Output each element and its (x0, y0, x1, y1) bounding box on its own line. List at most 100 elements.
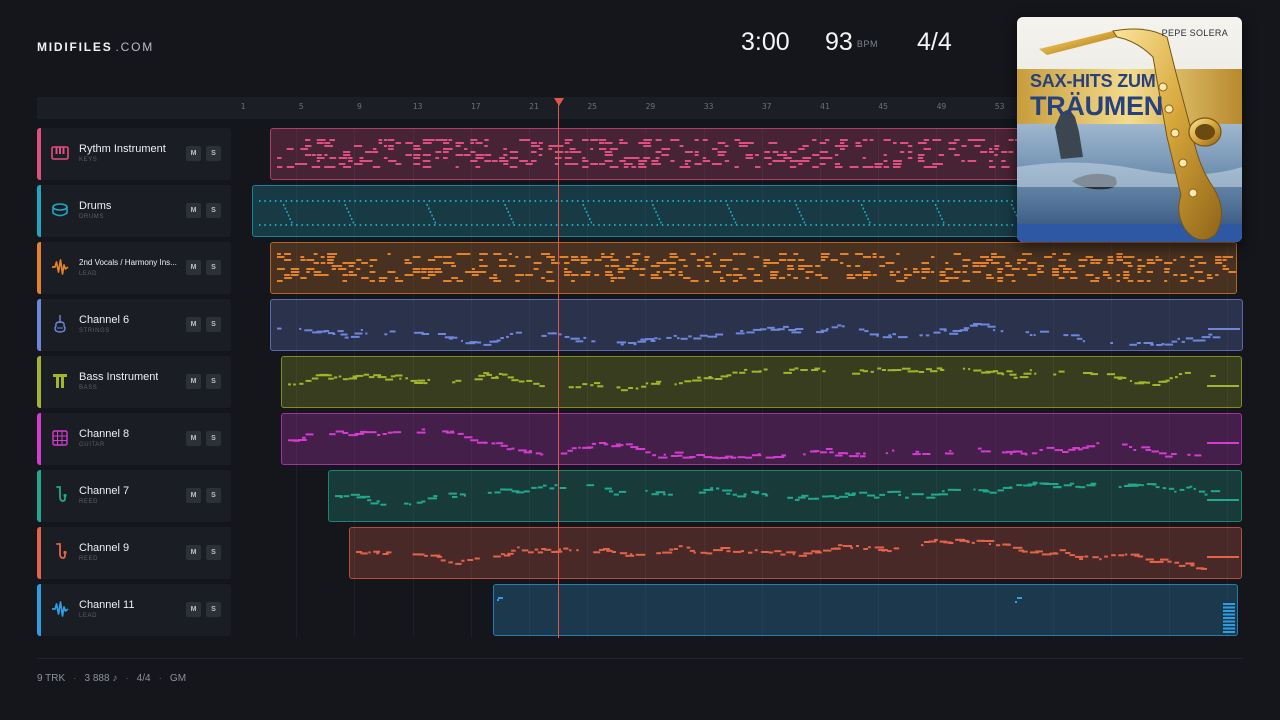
midi-note (862, 139, 868, 141)
mute-button[interactable]: M (186, 602, 201, 617)
track-header-2nd-vocals-harmony-ins[interactable]: 2nd Vocals / Harmony Ins... LEAD M S (37, 242, 231, 294)
midi-note (359, 200, 362, 202)
midi-note (692, 379, 702, 382)
mute-button[interactable]: M (186, 545, 201, 560)
midi-note (451, 277, 458, 279)
mute-button[interactable]: M (186, 146, 201, 161)
solo-button[interactable]: S (206, 431, 221, 446)
midi-note (329, 433, 336, 436)
track-header-rythm-instrument[interactable]: Rythm Instrument KEYS M S (37, 128, 231, 180)
midi-clip-channel-6[interactable] (270, 299, 1243, 351)
midi-clip-bass-instrument[interactable] (281, 356, 1242, 408)
midi-note (985, 200, 987, 202)
midi-note (284, 253, 291, 255)
midi-note (343, 154, 351, 156)
solo-button[interactable]: S (206, 488, 221, 503)
track-header-channel-7[interactable]: Channel 7 REED M S (37, 470, 231, 522)
midi-note (740, 550, 744, 553)
midi-note (724, 160, 730, 162)
midi-clip-rythm-instrument[interactable] (270, 128, 1041, 180)
solo-button[interactable]: S (206, 203, 221, 218)
mute-button[interactable]: M (186, 260, 201, 275)
track-header-bass-instrument[interactable]: Bass Instrument BASS M S (37, 356, 231, 408)
midi-clip-drums[interactable] (252, 185, 1041, 237)
mute-button[interactable]: M (186, 203, 201, 218)
midi-note (503, 160, 509, 162)
midi-note (1146, 262, 1156, 264)
midi-note (525, 139, 531, 141)
midi-note (1052, 268, 1059, 270)
solo-button[interactable]: S (206, 602, 221, 617)
playhead-handle[interactable] (554, 98, 564, 106)
midi-note (942, 200, 945, 202)
midi-note (609, 154, 613, 156)
midi-note (1079, 486, 1086, 489)
midi-note (997, 277, 1004, 279)
midi-note (793, 277, 797, 279)
midi-note (1001, 166, 1010, 168)
ruler-tick: 37 (761, 102, 772, 111)
midi-note (1206, 274, 1212, 276)
midi-note (753, 256, 760, 258)
solo-button[interactable]: S (206, 146, 221, 161)
mute-button[interactable]: M (186, 488, 201, 503)
midi-note (496, 442, 504, 445)
midi-note (614, 200, 616, 202)
midi-note (1011, 200, 1014, 202)
mute-button[interactable]: M (186, 317, 201, 332)
midi-note (953, 277, 959, 279)
midi-note (599, 139, 607, 141)
midi-clip-2nd-vocals-harmony-ins[interactable] (270, 242, 1237, 294)
midi-note (722, 489, 733, 492)
ruler-tick: 49 (936, 102, 947, 111)
solo-button[interactable]: S (206, 545, 221, 560)
midi-note (688, 335, 692, 338)
midi-note (834, 547, 840, 550)
track-header-drums[interactable]: Drums DRUMS M S (37, 185, 231, 237)
playhead[interactable] (558, 100, 559, 638)
midi-note (820, 224, 823, 226)
midi-note (412, 271, 421, 273)
midi-clip-channel-7[interactable] (328, 470, 1242, 522)
midi-note (777, 328, 785, 331)
midi-note (301, 224, 303, 226)
midi-note (404, 259, 410, 261)
midi-note (1223, 620, 1235, 623)
midi-note (651, 382, 661, 385)
midi-note (690, 280, 696, 282)
midi-clip-channel-9[interactable] (349, 527, 1242, 579)
midi-note (395, 277, 399, 279)
midi-note (413, 157, 421, 159)
midi-note (410, 379, 418, 382)
midi-note (655, 163, 661, 165)
midi-note (717, 151, 727, 153)
ruler-tick: 9 (356, 102, 362, 111)
track-header-channel-11[interactable]: Channel 11 LEAD M S (37, 584, 231, 636)
midi-clip-channel-8[interactable] (281, 413, 1242, 465)
midi-note (277, 166, 283, 168)
midi-note (327, 256, 335, 258)
midi-note (598, 200, 600, 202)
midi-note (625, 268, 630, 270)
mute-button[interactable]: M (186, 431, 201, 446)
track-header-channel-8[interactable]: Channel 8 GUITAR M S (37, 413, 231, 465)
midi-note (623, 157, 633, 159)
mute-button[interactable]: M (186, 374, 201, 389)
midi-note (974, 145, 981, 147)
midi-note (730, 224, 733, 226)
midi-note (655, 151, 662, 153)
midi-note (533, 262, 542, 264)
midi-note (846, 265, 851, 267)
midi-note (641, 385, 647, 388)
midi-note (384, 333, 388, 336)
midi-clip-channel-11[interactable] (493, 584, 1238, 636)
midi-note (487, 491, 492, 494)
solo-button[interactable]: S (206, 317, 221, 332)
midi-note (669, 256, 679, 258)
midi-note (770, 277, 777, 279)
drum-icon (52, 203, 68, 217)
track-header-channel-9[interactable]: Channel 9 REED M S (37, 527, 231, 579)
track-header-channel-6[interactable]: Channel 6 STRINGS M S (37, 299, 231, 351)
solo-button[interactable]: S (206, 260, 221, 275)
solo-button[interactable]: S (206, 374, 221, 389)
